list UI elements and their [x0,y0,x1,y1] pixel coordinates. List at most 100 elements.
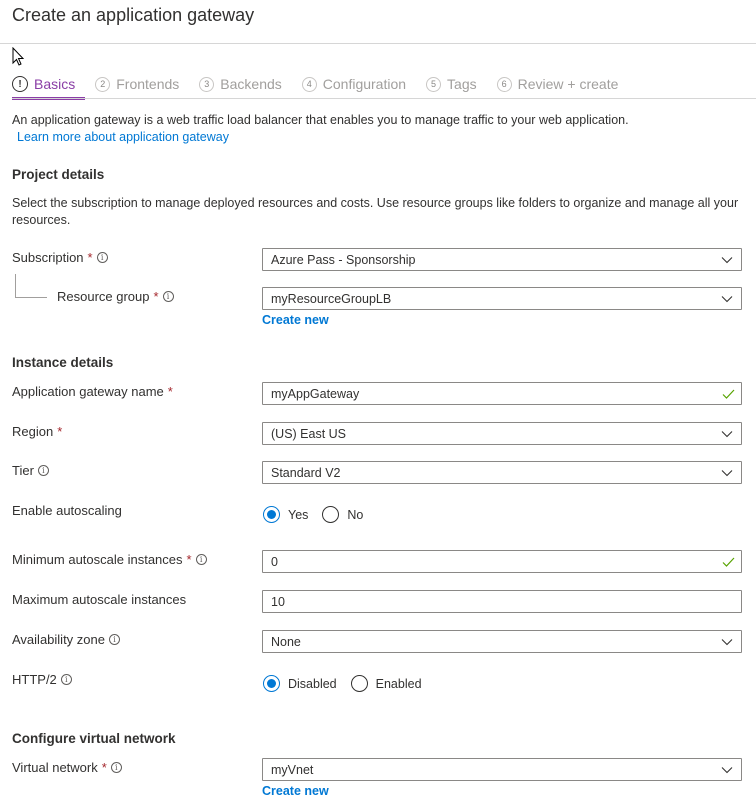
chevron-down-icon [721,766,733,773]
subscription-label: Subscription * i [12,250,108,265]
tabs-divider [12,98,756,99]
region-dropdown[interactable]: (US) East US [262,422,742,445]
min-instances-input[interactable]: 0 [262,550,742,573]
availability-zone-label: Availability zone i [12,632,120,647]
tab-label: Tags [447,76,477,92]
radio-label: Disabled [288,676,337,691]
chevron-down-icon [721,469,733,476]
max-instances-input[interactable]: 10 [262,590,742,613]
chevron-down-icon [721,430,733,437]
required-marker: * [186,552,192,567]
tab-step-icon: 3 [199,76,215,92]
radio-label: No [347,507,364,522]
mouse-cursor-icon [12,47,25,66]
virtual-network-dropdown[interactable]: myVnet [262,758,742,781]
tab-backends[interactable]: 3 Backends [199,72,282,96]
info-icon[interactable]: i [108,634,120,645]
tier-label: Tier i [12,463,49,478]
http2-label-text: HTTP/2 [12,672,57,687]
info-icon[interactable]: i [162,291,174,302]
http2-label: HTTP/2 i [12,672,72,687]
tier-label-text: Tier [12,463,34,478]
tab-review-create[interactable]: 6 Review + create [496,72,619,96]
tab-step-icon: 6 [496,76,512,92]
info-icon[interactable]: i [37,465,49,476]
subscription-dropdown[interactable]: Azure Pass - Sponsorship [262,248,742,271]
region-label-text: Region [12,424,54,439]
tier-dropdown[interactable]: Standard V2 [262,461,742,484]
max-instances-value: 10 [271,594,285,609]
gateway-name-input[interactable]: myAppGateway [262,382,742,405]
availability-zone-value: None [271,634,301,649]
project-details-heading: Project details [12,167,105,182]
info-icon[interactable]: i [195,554,207,565]
learn-more-link[interactable]: Learn more about application gateway [17,130,229,144]
info-icon[interactable]: i [110,762,122,773]
tab-label: Review + create [517,76,619,92]
http2-radio-group: Disabled Enabled [263,675,436,692]
tab-frontends[interactable]: 2 Frontends [95,72,179,96]
min-instances-label-text: Minimum autoscale instances [12,552,183,567]
http2-enabled-radio[interactable]: Enabled [350,675,422,692]
required-marker: * [87,250,93,265]
tree-connector [15,297,47,298]
tab-step-icon: 4 [301,76,317,92]
resource-group-label: Resource group * i [57,289,174,304]
min-instances-value: 0 [271,554,278,569]
checkmark-icon [722,557,735,567]
virtual-network-value: myVnet [271,762,314,777]
region-value: (US) East US [271,426,347,441]
tier-value: Standard V2 [271,465,341,480]
tab-step-icon: 5 [426,76,442,92]
create-new-resource-group-link[interactable]: Create new [262,313,329,327]
checkmark-icon [722,389,735,399]
tab-label: Backends [220,76,282,92]
min-instances-label: Minimum autoscale instances * i [12,552,207,567]
http2-disabled-radio[interactable]: Disabled [263,675,337,692]
autoscaling-yes-radio[interactable]: Yes [263,506,308,523]
radio-label: Yes [288,507,309,522]
gateway-name-label: Application gateway name * [12,384,173,399]
radio-unselected-icon [322,506,340,523]
tab-label: Frontends [116,76,180,92]
radio-label: Enabled [375,676,422,691]
subscription-label-text: Subscription [12,250,84,265]
region-label: Region * [12,424,62,439]
info-icon[interactable]: i [96,252,108,263]
resource-group-dropdown[interactable]: myResourceGroupLB [262,287,742,310]
chevron-down-icon [721,295,733,302]
autoscaling-label: Enable autoscaling [12,503,122,518]
title-divider [0,43,756,44]
gateway-name-label-text: Application gateway name [12,384,164,399]
autoscaling-no-radio[interactable]: No [322,506,363,523]
info-icon[interactable]: i [60,674,72,685]
create-new-vnet-link[interactable]: Create new [262,784,329,798]
wizard-tabs: ! Basics 2 Frontends 3 Backends 4 Config… [12,72,638,100]
configure-vnet-heading: Configure virtual network [12,731,176,746]
availability-zone-dropdown[interactable]: None [262,630,742,653]
page-title: Create an application gateway [12,5,255,25]
autoscaling-radio-group: Yes No [263,506,377,523]
gateway-name-value: myAppGateway [271,386,360,401]
required-marker: * [153,289,159,304]
tab-tags[interactable]: 5 Tags [426,72,477,96]
tab-basics[interactable]: ! Basics [12,72,86,100]
radio-unselected-icon [350,675,368,692]
radio-selected-icon [263,675,280,692]
resource-group-label-text: Resource group [57,289,150,304]
project-details-description: Select the subscription to manage deploy… [12,196,739,227]
radio-selected-icon [263,506,280,523]
tab-step-icon: ! [12,76,28,92]
intro-text: An application gateway is a web traffic … [12,113,629,127]
tab-step-icon: 2 [95,76,111,92]
chevron-down-icon [721,256,733,263]
virtual-network-label: Virtual network * i [12,760,122,775]
max-instances-label: Maximum autoscale instances [12,592,187,607]
tab-configuration[interactable]: 4 Configuration [301,72,407,96]
tab-label: Basics [34,76,76,92]
resource-group-value: myResourceGroupLB [271,291,392,306]
chevron-down-icon [721,638,733,645]
tree-connector [15,274,16,297]
tab-label: Configuration [322,76,407,92]
instance-details-heading: Instance details [12,355,114,370]
